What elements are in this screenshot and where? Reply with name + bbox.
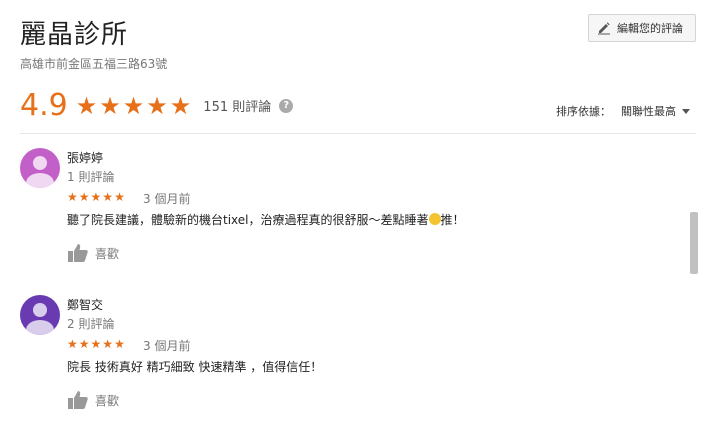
avatar[interactable]	[20, 148, 60, 188]
sort-dropdown[interactable]: 排序依據： 關聯性最高	[556, 103, 690, 119]
edit-review-label: 編輯您的評論	[617, 22, 683, 35]
like-button[interactable]: 喜歡	[67, 243, 119, 263]
star-icon: ★	[169, 91, 192, 120]
star-icon: ★	[102, 337, 114, 351]
place-title: 麗晶診所	[20, 20, 129, 50]
place-address: 高雄市前金區五福三路63號	[20, 57, 168, 71]
star-icon: ★	[122, 91, 145, 120]
thumbs-up-icon	[68, 244, 88, 262]
like-label: 喜歡	[95, 246, 120, 261]
star-icon: ★	[90, 337, 102, 351]
review-time: 3 個月前	[143, 339, 191, 353]
like-label: 喜歡	[95, 393, 120, 408]
star-icon: ★	[78, 337, 90, 351]
star-icon: ★	[90, 190, 102, 204]
scrollbar-thumb[interactable]	[690, 212, 698, 274]
smile-emoji-icon	[428, 213, 441, 225]
review-item: 鄭智交 2 則評論 ★ ★ ★ ★ ★ 3 個月前 院長 技術真好 精巧細致 快…	[20, 295, 680, 420]
thumbs-up-icon	[68, 391, 88, 409]
edit-review-button[interactable]: 編輯您的評論	[588, 14, 696, 42]
review-stars: ★ ★ ★ ★ ★	[67, 338, 125, 350]
reviewer-name[interactable]: 張婷婷	[67, 149, 103, 166]
help-icon[interactable]: ?	[279, 98, 294, 113]
star-icon: ★	[99, 91, 121, 120]
pencil-icon	[598, 22, 610, 35]
sort-value: 關聯性最高	[621, 105, 676, 118]
rating-stars: ★ ★ ★ ★ ★	[76, 94, 192, 118]
review-item: 張婷婷 1 則評論 ★ ★ ★ ★ ★ 3 個月前 聽了院長建議，體驗新的機台t…	[20, 148, 680, 273]
review-text-part: 推！	[440, 213, 465, 227]
reviewer-review-count: 1 則評論	[67, 170, 115, 184]
avatar[interactable]	[20, 295, 60, 335]
rating-summary: 4.9 ★ ★ ★ ★ ★ 151 則評論 ?	[20, 88, 294, 123]
reviewer-review-count: 2 則評論	[67, 317, 115, 331]
star-icon: ★	[78, 190, 90, 204]
review-time: 3 個月前	[143, 192, 191, 206]
review-text: 聽了院長建議，體驗新的機台tixel，治療過程真的很舒服～差點睡著 推！	[67, 211, 465, 228]
review-stars: ★ ★ ★ ★ ★	[67, 191, 125, 203]
star-icon: ★	[102, 190, 114, 204]
star-icon: ★	[114, 337, 125, 351]
chevron-down-icon	[682, 108, 690, 114]
reviewer-name[interactable]: 鄭智交	[67, 296, 103, 313]
sort-label: 排序依據：	[556, 105, 611, 118]
star-icon: ★	[67, 190, 78, 204]
like-button[interactable]: 喜歡	[67, 390, 119, 410]
rating-value: 4.9	[20, 88, 68, 123]
star-icon: ★	[75, 91, 98, 120]
divider	[20, 133, 696, 134]
star-icon: ★	[67, 337, 78, 351]
review-text: 院長 技術真好 精巧細致 快速精準 ，值得信任！	[67, 360, 323, 374]
review-count-link[interactable]: 151 則評論	[203, 96, 271, 115]
review-text-part: 聽了院長建議，體驗新的機台tixel，治療過程真的很舒服～差點睡著	[67, 213, 429, 227]
star-icon: ★	[146, 91, 168, 120]
star-icon: ★	[114, 190, 125, 204]
